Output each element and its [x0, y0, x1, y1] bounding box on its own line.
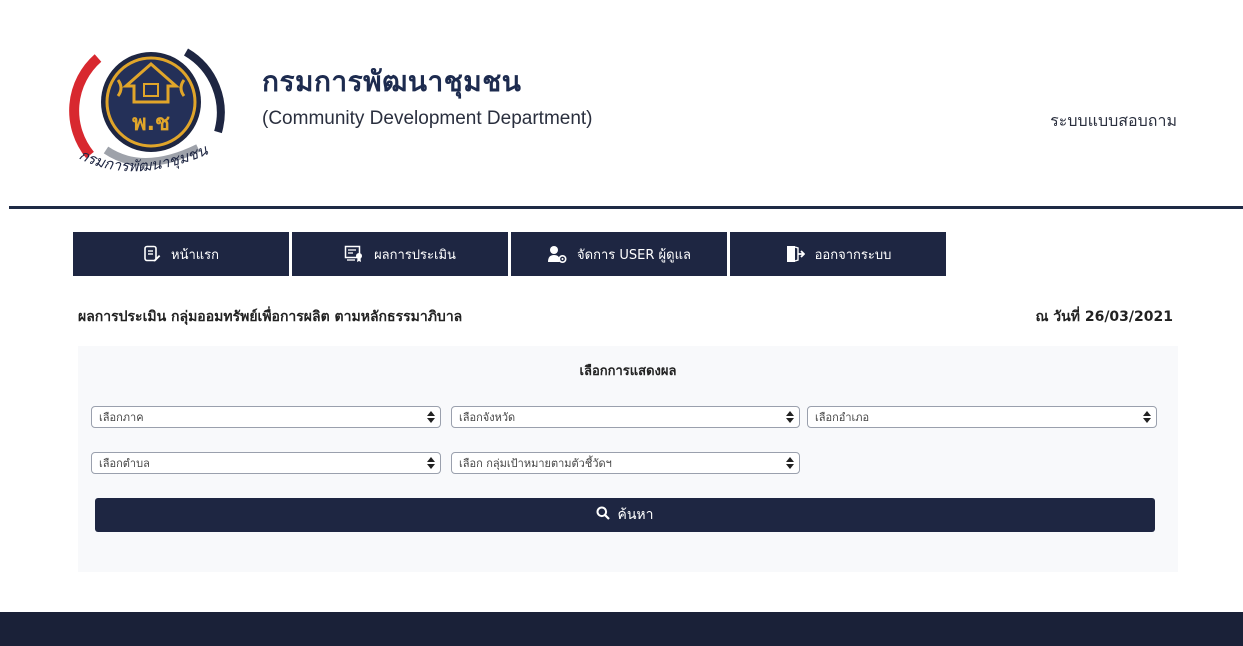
- search-button[interactable]: ค้นหา: [95, 498, 1155, 532]
- district-select-value: เลือกอำเภอ: [815, 411, 870, 424]
- logout-icon: [785, 245, 805, 263]
- filter-panel-title: เลือกการแสดงผล: [579, 364, 677, 379]
- nav-logout-label: ออกจากระบบ: [814, 247, 892, 263]
- select-arrows-icon: [427, 457, 435, 469]
- filter-panel: เลือกการแสดงผล เลือกภาค เลือกจังหวัด เลื…: [78, 346, 1178, 572]
- nav-results-button[interactable]: ผลการประเมิน: [292, 232, 508, 276]
- nav-logout-button[interactable]: ออกจากระบบ: [730, 232, 946, 276]
- org-title: กรมการพัฒนาชุมชน: [262, 65, 522, 98]
- system-name: ระบบแบบสอบถาม: [1050, 111, 1177, 130]
- select-arrows-icon: [786, 411, 794, 423]
- search-button-label: ค้นหา: [617, 507, 654, 523]
- select-arrows-icon: [786, 457, 794, 469]
- region-select[interactable]: เลือกภาค: [91, 406, 441, 428]
- nav-user-manage-label: จัดการ USER ผู้ดูแล: [577, 247, 691, 263]
- certificate-icon: [344, 245, 364, 263]
- footer-bar: [0, 612, 1243, 646]
- subdistrict-select-value: เลือกตำบล: [99, 457, 150, 470]
- region-select-value: เลือกภาค: [99, 411, 144, 424]
- nav-home-button[interactable]: หน้าแรก: [73, 232, 289, 276]
- header-divider: [9, 206, 1243, 209]
- target-group-select-value: เลือก กลุ่มเป้าหมายตามตัวชี้วัดฯ: [459, 457, 612, 470]
- district-select[interactable]: เลือกอำเภอ: [807, 406, 1157, 428]
- select-arrows-icon: [427, 411, 435, 423]
- nav-home-label: หน้าแรก: [171, 247, 219, 263]
- province-select[interactable]: เลือกจังหวัด: [451, 406, 800, 428]
- subdistrict-select[interactable]: เลือกตำบล: [91, 452, 441, 474]
- search-icon: [596, 506, 611, 524]
- document-edit-icon: [143, 245, 161, 263]
- nav-results-label: ผลการประเมิน: [374, 247, 456, 263]
- select-arrows-icon: [1143, 411, 1151, 423]
- svg-text:พ.ช: พ.ช: [132, 111, 170, 136]
- page-heading: ผลการประเมิน กลุ่มออมทรัพย์เพื่อการผลิต …: [78, 309, 463, 325]
- province-select-value: เลือกจังหวัด: [459, 411, 516, 424]
- nav-user-manage-button[interactable]: จัดการ USER ผู้ดูแล: [511, 232, 727, 276]
- target-group-select[interactable]: เลือก กลุ่มเป้าหมายตามตัวชี้วัดฯ: [451, 452, 800, 474]
- org-subtitle: (Community Development Department): [262, 108, 593, 129]
- report-date: ณ วันที่ 26/03/2021: [1035, 309, 1173, 325]
- user-settings-icon: [547, 245, 567, 263]
- main-nav: หน้าแรก ผลการประเมิน จัดการ USER ผู้ดูแล: [73, 232, 946, 276]
- department-logo: พ.ช กรมการพัฒนาชุมชน: [68, 40, 236, 190]
